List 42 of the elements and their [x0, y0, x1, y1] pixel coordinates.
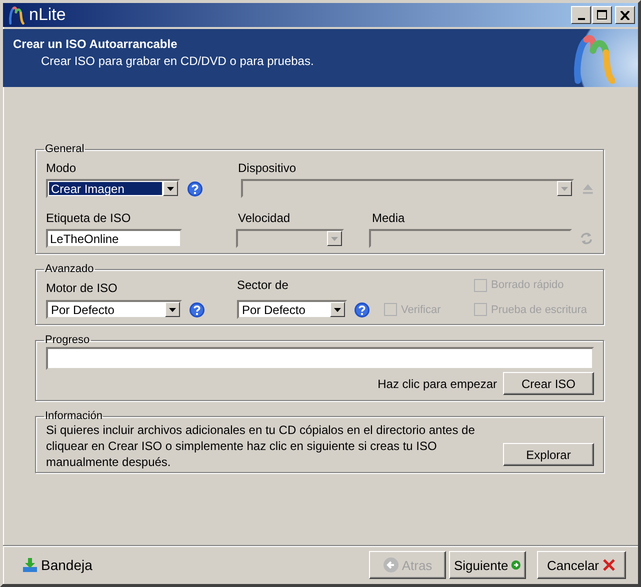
dropdown[interactable]: Por Defecto	[46, 300, 182, 319]
close-icon	[602, 558, 616, 572]
field-label: Motor de ISO	[46, 281, 118, 295]
help-icon[interactable]	[354, 302, 370, 318]
text-field[interactable]: LeTheOnline	[46, 229, 182, 248]
maximize-button[interactable]	[592, 6, 612, 24]
caret-icon	[166, 186, 174, 190]
field-label: Modo	[46, 161, 78, 175]
caret-icon	[169, 308, 176, 312]
group-label: Avanzado	[44, 263, 95, 275]
close-icon	[620, 10, 630, 20]
field-label: Media	[372, 211, 405, 225]
minimize-icon	[578, 18, 584, 20]
info-text: Si quieres incluir archivos adicionales en tu CD cópialos en el directorio antes de cliquear en Crear ISO o simplemente haz clic en siguiente si creas tu ISO manualmente después.	[46, 422, 476, 470]
field-label: Etiqueta de ISO	[46, 211, 132, 225]
window-title: nLite	[29, 5, 67, 25]
browse-button[interactable]: Explorar	[503, 443, 594, 466]
tray-button[interactable]: Bandeja	[22, 557, 92, 573]
close-button[interactable]	[615, 6, 635, 24]
help-icon[interactable]	[189, 302, 205, 318]
cancel-button[interactable]: Cancelar	[537, 551, 626, 579]
next-button[interactable]: Siguiente	[449, 551, 526, 579]
caret-icon	[334, 308, 341, 312]
group-label: Información	[44, 410, 104, 422]
header-title: Crear un ISO Autoarrancable	[13, 37, 178, 51]
app-logo-icon	[7, 5, 25, 25]
group-label: General	[44, 143, 86, 155]
field-label: Sector de	[237, 278, 290, 292]
create-iso-button[interactable]: Crear ISO	[503, 372, 594, 395]
field-label: Velocidad	[238, 211, 292, 225]
minimize-button[interactable]	[571, 6, 591, 24]
dropdown[interactable]: Crear Imagen	[46, 179, 180, 198]
caret-icon	[561, 186, 568, 190]
status-text: Haz clic para empezar	[378, 376, 497, 390]
download-tray-icon	[22, 557, 38, 573]
field-label: Dispositivo	[238, 161, 296, 175]
maximize-icon	[596, 10, 608, 20]
caret-icon	[330, 236, 338, 240]
help-icon[interactable]	[186, 180, 203, 196]
dropdown[interactable]: Por Defecto	[237, 300, 347, 319]
header-subtitle: Crear ISO para grabar en CD/DVD o para pruebas.	[41, 54, 315, 68]
group-label: Progreso	[44, 334, 91, 346]
